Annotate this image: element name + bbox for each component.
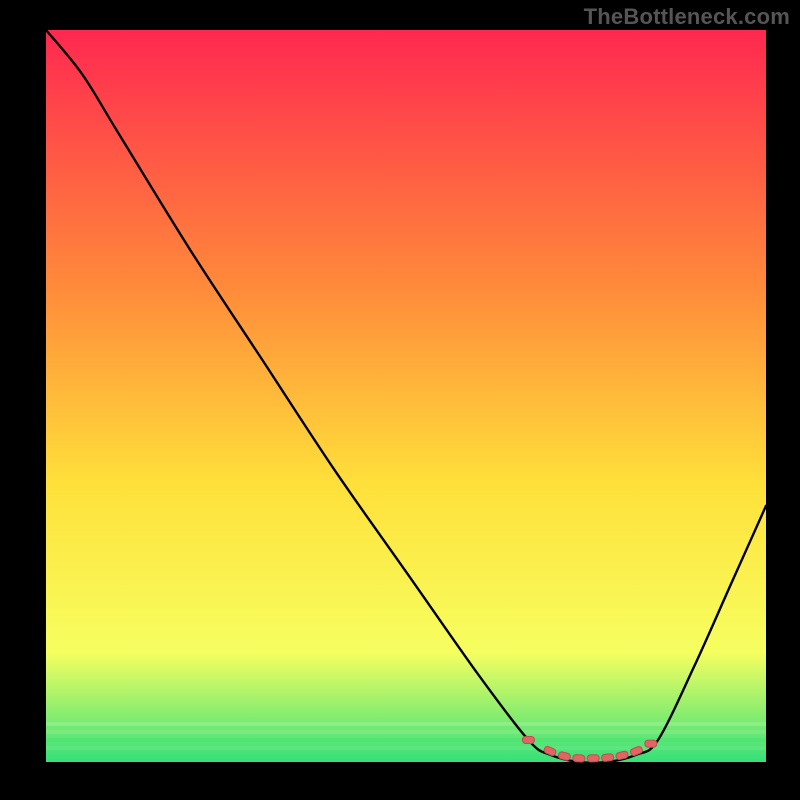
- valley-marker: [601, 754, 614, 762]
- band-stripe: [46, 730, 766, 734]
- plot-area: [46, 30, 766, 763]
- watermark-text: TheBottleneck.com: [584, 4, 790, 30]
- band-stripe: [46, 722, 766, 726]
- bottleneck-chart: [0, 0, 800, 800]
- valley-marker: [573, 754, 586, 762]
- plot-gradient: [46, 30, 766, 762]
- valley-marker: [587, 755, 599, 762]
- valley-marker: [522, 737, 534, 744]
- valley-marker: [645, 740, 657, 747]
- chart-container: TheBottleneck.com: [0, 0, 800, 800]
- band-stripe: [46, 746, 766, 750]
